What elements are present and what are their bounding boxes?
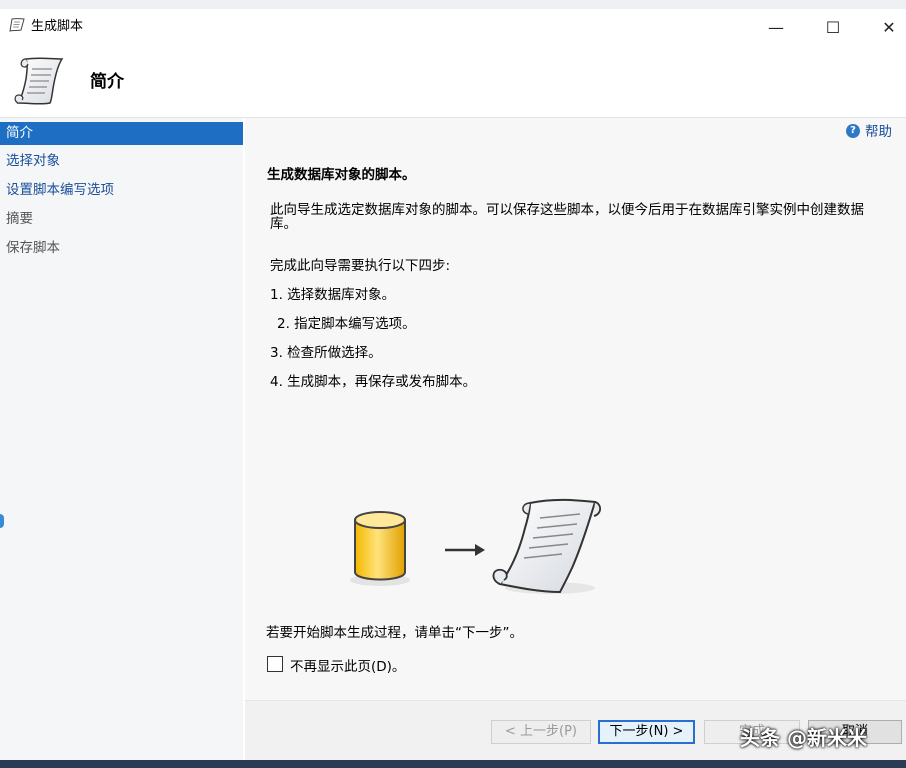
script-scroll-icon: [9, 18, 25, 32]
previous-button[interactable]: < 上一步(P): [491, 720, 591, 744]
arrow-right-icon: [445, 544, 485, 556]
script-scroll-icon: [492, 498, 602, 594]
content-heading: 生成数据库对象的脚本。: [267, 167, 416, 183]
sidebar-item-scripting-options[interactable]: 设置脚本编写选项: [0, 179, 243, 202]
dont-show-again-checkbox[interactable]: [267, 656, 283, 672]
edge-indicator: [0, 514, 4, 528]
content-description: 此向导生成选定数据库对象的脚本。可以保存这些脚本，以便今后用于在数据库引擎实例中…: [270, 202, 864, 232]
close-button[interactable]: ✕: [860, 9, 906, 45]
sidebar-item-intro[interactable]: 简介: [0, 122, 243, 145]
sidebar-item-select-objects[interactable]: 选择对象: [0, 150, 243, 173]
help-link[interactable]: 帮助: [865, 120, 892, 140]
dont-show-again-label[interactable]: 不再显示此页(D)。: [290, 655, 405, 675]
wizard-steps-sidebar: 简介 选择对象 设置脚本编写选项 摘要 保存脚本: [0, 118, 243, 760]
next-button[interactable]: 下一步(N) >: [598, 720, 695, 744]
watermark-text: 头条 @新米米: [740, 726, 867, 750]
step-item: 3. 检查所做选择。: [270, 345, 382, 361]
step-item: 1. 选择数据库对象。: [270, 287, 396, 303]
help-icon[interactable]: ?: [846, 124, 860, 138]
page-title: 简介: [90, 72, 124, 92]
taskbar-strip: [0, 760, 906, 768]
wizard-header: [0, 45, 906, 118]
script-scroll-icon-large: [14, 57, 64, 105]
start-instruction: 若要开始脚本生成过程，请单击“下一步”。: [266, 625, 523, 641]
database-to-script-illustration: [350, 498, 602, 594]
steps-title: 完成此向导需要执行以下四步:: [270, 258, 451, 274]
sidebar-item-summary: 摘要: [6, 211, 33, 227]
step-item: 4. 生成脚本，再保存或发布脚本。: [270, 374, 477, 390]
database-icon: [350, 511, 410, 586]
step-item: 2. 指定脚本编写选项。: [277, 316, 416, 332]
minimize-button[interactable]: —: [747, 9, 805, 45]
window-title: 生成脚本: [31, 19, 84, 34]
maximize-button[interactable]: ☐: [804, 9, 862, 45]
sidebar-item-save-scripts: 保存脚本: [6, 240, 60, 256]
